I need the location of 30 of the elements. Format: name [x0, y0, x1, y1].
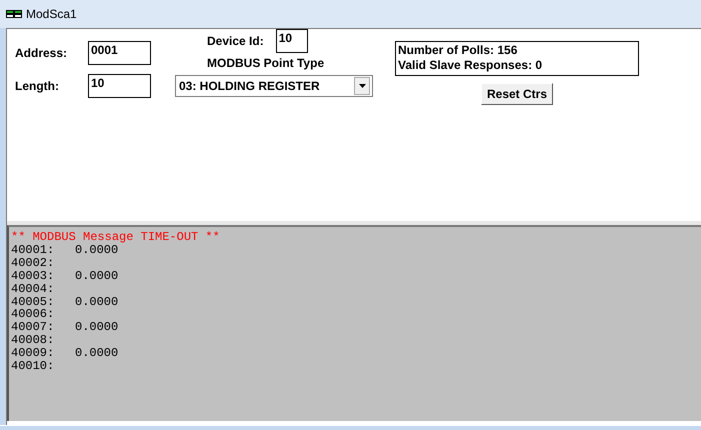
address-label: Address:	[15, 46, 68, 60]
dropdown-arrow-icon	[358, 84, 366, 88]
register-value: 0.0000	[75, 347, 118, 360]
register-address: 40010:	[11, 360, 56, 373]
register-address: 40001:	[11, 244, 56, 257]
register-value: 0.0000	[75, 296, 118, 308]
register-address: 40003:	[11, 270, 56, 283]
register-address: 40006:	[11, 308, 56, 322]
register-address: 40008:	[11, 334, 56, 348]
window-title: ModSca1	[26, 7, 77, 21]
device-id-label: Device Id:	[207, 34, 264, 48]
counter-text: Valid Slave Responses: 0	[398, 58, 544, 73]
register-value: 0.0000	[75, 244, 118, 257]
register-value: 0.0000	[75, 270, 118, 283]
point-type-dropdown[interactable]: 03: HOLDING REGISTER	[175, 75, 373, 97]
counter-text: Number of Polls: 156	[398, 43, 518, 58]
register-address: 40004:	[11, 282, 56, 296]
register-address: 40002:	[11, 256, 56, 270]
log-header: ** MODBUS Message TIME-OUT **	[11, 231, 221, 244]
length-label: Length:	[15, 79, 60, 93]
length-field[interactable]: 10	[88, 74, 151, 98]
point-type-label: MODBUS Point Type	[207, 56, 324, 70]
app-icon	[6, 10, 22, 18]
reset-button[interactable]: Reset Ctrs	[480, 83, 554, 105]
register-address: 40005:	[11, 296, 56, 308]
register-address: 40009:	[11, 347, 56, 360]
address-field[interactable]: 0001	[88, 41, 151, 65]
register-address: 40007:	[11, 321, 56, 334]
device-id-field[interactable]: 10	[276, 29, 308, 53]
register-value: 0.0000	[75, 321, 118, 334]
